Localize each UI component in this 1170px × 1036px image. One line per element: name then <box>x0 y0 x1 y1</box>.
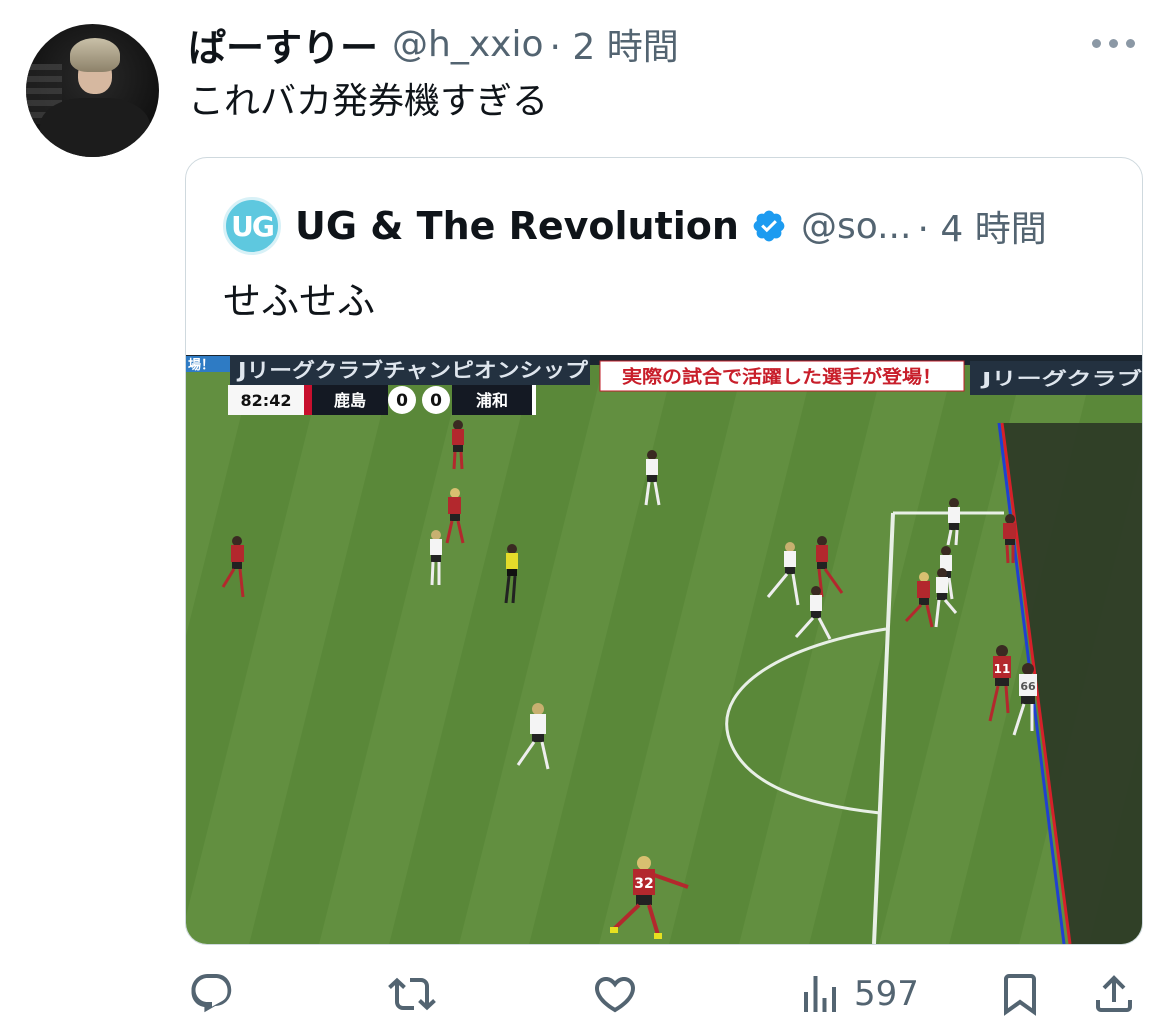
views-chart-icon <box>804 976 836 1012</box>
retweet-icon <box>388 977 436 1011</box>
banner-jleague-left: Jリーグクラブチャンピオンシップ <box>236 358 589 382</box>
views-count: 597 <box>854 974 919 1014</box>
quoted-tweet[interactable]: UG UG & The Revolution @so... · 4 時間 せふせ… <box>185 157 1143 945</box>
quoted-tweet-header: UG UG & The Revolution @so... · 4 時間 <box>223 196 1047 256</box>
quoted-time[interactable]: · 4 時間 <box>917 200 1046 252</box>
bookmark-icon <box>1004 974 1036 1016</box>
quoted-avatar[interactable]: UG <box>223 197 281 255</box>
tweet-text: これバカ発券機すぎる <box>188 81 549 122</box>
bookmark-button[interactable] <box>996 970 1044 1018</box>
quoted-media-image[interactable]: 場！ Jリーグクラブチャンピオンシップ 実際の試合で活躍した選手が登場！ Jリー… <box>186 355 1142 944</box>
tweet-header: ぱーすりー @h_xxio · 2 時間 <box>188 18 679 70</box>
reply-button[interactable] <box>188 970 236 1018</box>
scoreboard-away-team: 浦和 <box>476 391 508 410</box>
quoted-handle[interactable]: @so... <box>801 206 911 247</box>
shirt-number: 32 <box>634 876 653 892</box>
scoreboard-away-score: 0 <box>430 391 442 411</box>
tweet-actions: 597 <box>0 964 1170 1024</box>
views-button[interactable]: 597 <box>796 970 919 1018</box>
quoted-display-name[interactable]: UG & The Revolution <box>295 204 739 248</box>
banner-red-message: 実際の試合で活躍した選手が登場！ <box>622 366 942 388</box>
reply-icon <box>191 974 232 1013</box>
banner-left-edge: 場！ <box>188 357 214 373</box>
shirt-number: 66 <box>1020 680 1036 693</box>
more-options-icon[interactable] <box>1092 36 1142 50</box>
soccer-match-frame: 場！ Jリーグクラブチャンピオンシップ 実際の試合で活躍した選手が登場！ Jリー… <box>186 355 1142 944</box>
shirt-number: 11 <box>994 662 1011 676</box>
scoreboard-home-score: 0 <box>396 391 408 411</box>
quoted-tweet-text: せふせふ <box>223 279 376 323</box>
heart-icon <box>594 977 636 1013</box>
banner-jleague-right: Jリーグクラブ <box>979 368 1142 390</box>
verified-badge-icon <box>753 210 785 242</box>
tweet-display-name[interactable]: ぱーすりー <box>188 17 378 72</box>
like-button[interactable] <box>591 970 639 1018</box>
tweet-avatar[interactable] <box>26 24 159 157</box>
scoreboard-home-team: 鹿島 <box>334 391 366 410</box>
share-button[interactable] <box>1090 970 1138 1018</box>
avatar-shirt <box>40 98 150 157</box>
tweet-time[interactable]: · 2 時間 <box>549 18 678 70</box>
share-icon <box>1096 975 1132 1012</box>
retweet-button[interactable] <box>388 970 436 1018</box>
tweet-handle[interactable]: @h_xxio <box>392 24 543 65</box>
scoreboard-clock: 82:42 <box>241 391 292 410</box>
avatar-hair <box>70 38 120 72</box>
